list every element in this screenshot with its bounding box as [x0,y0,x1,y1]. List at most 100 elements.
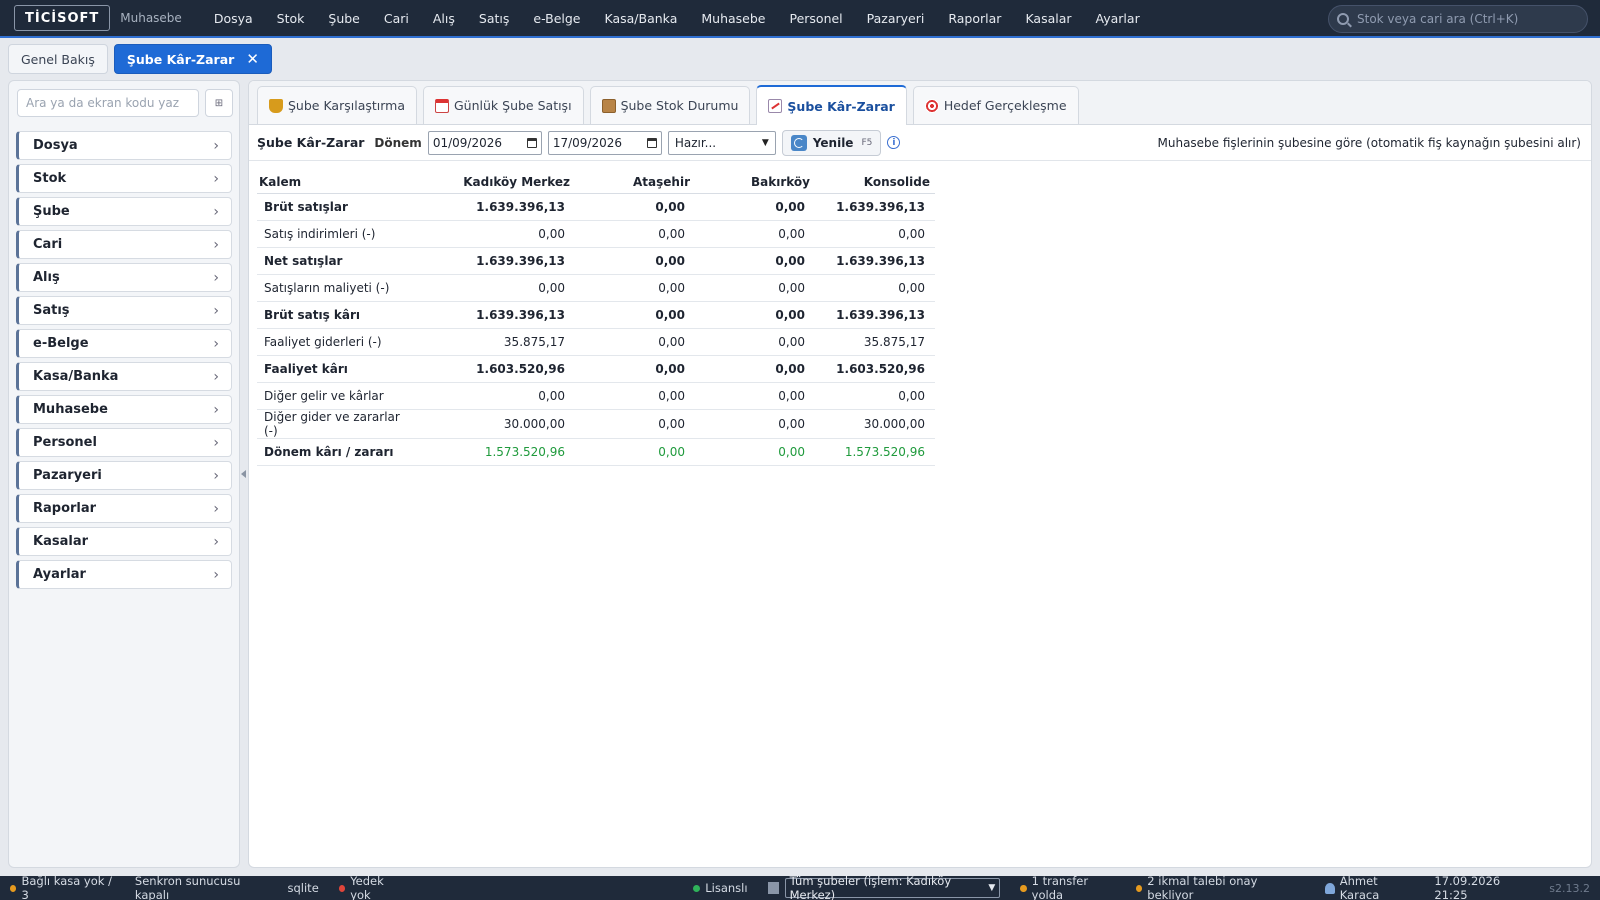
calendar-icon [435,98,449,113]
table-row[interactable]: Faaliyet giderleri (-) 35.875,17 0,00 0,00 3… [257,328,935,356]
table-row[interactable]: Brüt satış kârı 1.639.396,13 0,00 0,00 1.639… [257,301,935,329]
sidebar-item-raporlar[interactable]: Raporlar › [16,494,232,523]
row-value: 0,00 [695,382,815,410]
chevron-right-icon: › [213,269,219,286]
global-search-input[interactable] [1357,12,1577,26]
sidebar-item-label: Personel [33,435,97,450]
menu-item-kasa-banka[interactable]: Kasa/Banka [593,11,690,26]
menu-item-cari[interactable]: Cari [372,11,421,26]
sidebar-item-personel[interactable]: Personel › [16,428,232,457]
main-panel: Şube Karşılaştırma Günlük Şube Satışı Şu… [248,80,1592,868]
row-label: Diğer gider ve zararlar (-) [257,409,415,439]
close-icon[interactable]: ✕ [246,51,259,67]
tab-sube-kar-zarar[interactable]: Şube Kâr-Zarar [756,85,907,125]
doctab-sube-kar-zarar[interactable]: Şube Kâr-Zarar ✕ [113,44,272,74]
sidebar-item-ayarlar[interactable]: Ayarlar › [16,560,232,589]
branch-select[interactable]: Tüm şubeler (işlem: Kadıköy Merkez) ▼ [784,874,1001,900]
table-row[interactable]: Net satışlar 1.639.396,13 0,00 0,00 1.639.39… [257,247,935,275]
sidebar-item-kasalar[interactable]: Kasalar › [16,527,232,556]
building-icon [767,882,779,894]
app-logo[interactable]: TİCİSOFT [14,5,111,31]
sidebar-item-alis[interactable]: Alış › [16,263,232,292]
tab-sube-karsilastirma[interactable]: Şube Karşılaştırma [257,86,417,124]
grid-view-icon[interactable]: ⊞ [205,89,233,117]
row-value: 0,00 [575,274,695,302]
date-to-input[interactable]: 17/09/2026 [547,130,662,155]
sidebar-item-stok[interactable]: Stok › [16,164,232,193]
table-row[interactable]: Satış indirimleri (-) 0,00 0,00 0,00 0,00 [257,220,935,248]
row-label: Dönem kârı / zararı [257,438,415,466]
table-row[interactable]: Diğer gelir ve kârlar 0,00 0,00 0,00 0,00 [257,382,935,410]
tab-label: Şube Kâr-Zarar [787,98,895,114]
refresh-shortcut: F5 [861,137,873,148]
status-transfer[interactable]: 1 transfer yolda [1010,874,1126,900]
menu-item-muhasebe[interactable]: Muhasebe [689,11,777,26]
menu-item-pazaryeri[interactable]: Pazaryeri [855,11,937,26]
sidebar-item-kasa-banka[interactable]: Kasa/Banka › [16,362,232,391]
column-header-bakirkoy: Bakırköy [695,171,815,194]
row-value: 0,00 [415,274,575,302]
chevron-right-icon: › [213,434,219,451]
sidebar-item-pazaryeri[interactable]: Pazaryeri › [16,461,232,490]
row-value: 0,00 [815,274,935,302]
table-row[interactable]: Diğer gider ve zararlar (-) 30.000,00 0,00… [257,409,935,439]
info-icon[interactable]: i [887,136,901,149]
sidebar-item-dosya[interactable]: Dosya › [16,131,232,160]
menu-item-personel[interactable]: Personel [777,11,854,26]
status-user[interactable]: Ahmet Karaca [1315,874,1425,900]
table-row[interactable]: Satışların maliyeti (-) 0,00 0,00 0,00 0,00 [257,274,935,302]
menu-item-ayarlar[interactable]: Ayarlar [1084,11,1152,26]
table-row[interactable]: Brüt satışlar 1.639.396,13 0,00 0,00 1.639.3… [257,193,935,221]
preset-period-select[interactable]: Hazır... ▼ [667,130,776,155]
row-value: 1.639.396,13 [815,301,935,329]
status-datetime-text: 17.09.2026 21:25 [1434,874,1501,900]
global-search[interactable] [1328,5,1588,33]
tab-label: Şube Karşılaştırma [288,98,405,113]
menu-item-alis[interactable]: Alış [421,11,467,26]
status-branch: Tüm şubeler (işlem: Kadıköy Merkez) ▼ [758,874,1011,900]
sidebar-search-input[interactable] [17,89,199,117]
menu-item-satis[interactable]: Satış [467,11,521,26]
top-bar: TİCİSOFT Muhasebe Dosya Stok Şube Cari A… [0,0,1600,38]
menu-item-raporlar[interactable]: Raporlar [936,11,1013,26]
chevron-right-icon: › [213,533,219,550]
sidebar-item-satis[interactable]: Satış › [16,296,232,325]
column-header-kadikoy: Kadıköy Merkez [415,171,575,194]
sidebar-collapse-handle[interactable] [241,470,246,478]
calendar-icon[interactable] [646,137,657,148]
sidebar-item-label: Raporlar [33,501,97,516]
tab-hedef-gerceklesme[interactable]: Hedef Gerçekleşme [912,86,1079,124]
menu-item-kasalar[interactable]: Kasalar [1013,11,1083,26]
row-value: 1.573.520,96 [415,438,575,466]
search-icon [1337,13,1349,25]
status-bar: Bağlı kasa yok / 3 Senkron sunucusu kapa… [0,874,1600,900]
app-subtitle: Muhasebe [120,11,182,25]
date-from-input[interactable]: 01/09/2026 [427,130,542,155]
row-value: 0,00 [575,382,695,410]
status-requests[interactable]: 2 ikmal talebi onay bekliyor [1126,874,1305,900]
row-label: Brüt satış kârı [257,301,415,329]
row-value: 0,00 [575,247,695,275]
doctab-genel-bakis[interactable]: Genel Bakış [8,44,108,74]
status-requests-text: 2 ikmal talebi onay bekliyor [1147,874,1258,900]
status-sync-text: Senkron sunucusu kapalı [134,874,241,900]
sidebar-item-cari[interactable]: Cari › [16,230,232,259]
menu-item-sube[interactable]: Şube [316,11,371,26]
menu-item-dosya[interactable]: Dosya [202,11,265,26]
refresh-button[interactable]: Yenile F5 [781,129,882,156]
menu-item-stok[interactable]: Stok [265,11,317,26]
sidebar-item-muhasebe[interactable]: Muhasebe › [16,395,232,424]
table-row[interactable]: Faaliyet kârı 1.603.520,96 0,00 0,00 1.603.5… [257,355,935,383]
row-label: Net satışlar [257,247,415,275]
sidebar-item-ebelge[interactable]: e-Belge › [16,329,232,358]
tab-gunluk-sube-satisi[interactable]: Günlük Şube Satışı [423,86,584,124]
calendar-icon[interactable] [526,137,537,148]
chevron-right-icon: › [213,566,219,583]
row-label: Satışların maliyeti (-) [257,274,415,302]
target-icon [924,98,939,113]
menu-item-ebelge[interactable]: e-Belge [521,11,592,26]
sidebar-item-sube[interactable]: Şube › [16,197,232,226]
sidebar-item-label: Satış [33,303,70,318]
table-row[interactable]: Dönem kârı / zararı 1.573.520,96 0,00 0,00 1… [257,438,935,466]
tab-sube-stok-durumu[interactable]: Şube Stok Durumu [589,86,751,124]
